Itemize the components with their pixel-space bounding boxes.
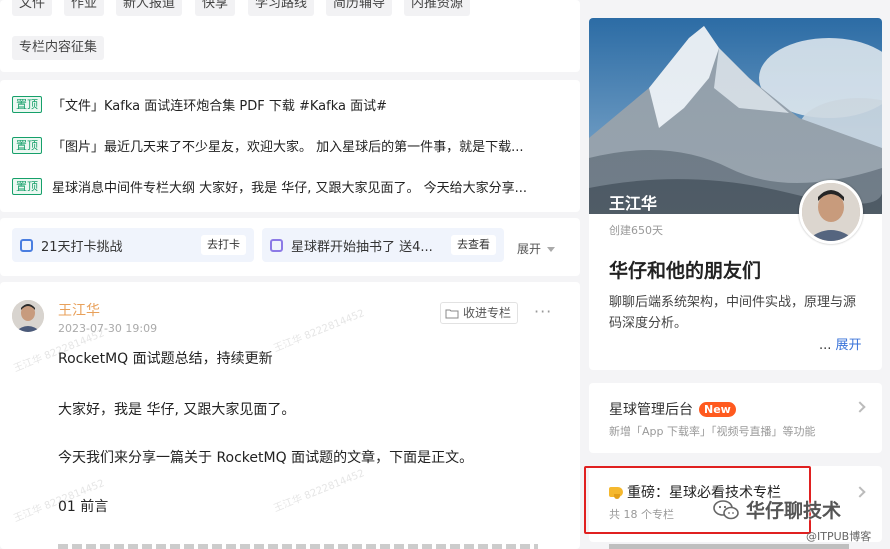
tag-column-call[interactable]: 专栏内容征集 — [12, 36, 105, 60]
star-description: 聊聊后端系统架构，中间件实战，原理与源码深度分析。 — [609, 295, 857, 331]
calendar-check-icon — [20, 238, 33, 252]
itpub-watermark: @ITPUB博客 — [806, 530, 872, 543]
expand-link-label[interactable]: 展开 — [836, 338, 862, 353]
avatar[interactable] — [12, 300, 44, 332]
post-date: 2023-07-30 19:09 — [58, 322, 158, 335]
ellipsis: ... — [819, 338, 832, 353]
new-badge: New — [699, 401, 736, 417]
admin-subtitle: 新增「App 下载率」「视频号直播」等功能 — [609, 425, 816, 438]
pinned-list: 置顶 「文件」Kafka 面试连环炮合集 PDF 下载 #Kafka 面试# 置… — [0, 80, 580, 212]
admin-backend-card[interactable]: 星球管理后台 New 新增「App 下载率」「视频号直播」等功能 — [589, 383, 882, 453]
collect-button[interactable]: 收进专栏 — [440, 302, 519, 324]
tag-homework[interactable]: 作业 — [64, 0, 105, 16]
bottom-scroll-bar — [609, 544, 849, 549]
owner-avatar[interactable] — [799, 180, 863, 244]
pinned-badge: 置顶 — [12, 177, 42, 195]
admin-title-label: 星球管理后台 — [609, 402, 693, 418]
admin-title: 星球管理后台 New — [609, 399, 736, 419]
pinned-item[interactable]: 置顶 「图片」最近几天来了不少星友，欢迎大家。 加入星球后的第一件事，就是下载.… — [12, 135, 524, 155]
pinned-item[interactable]: 置顶 星球消息中间件专栏大纲 大家好，我是 华仔, 又跟大家见面了。 今天给大家… — [12, 176, 527, 196]
checkin-label: 21天打卡挑战 — [41, 239, 123, 255]
post-heading: 01 前言 — [58, 499, 109, 515]
pinned-text: 「图片」最近几天来了不少星友，欢迎大家。 加入星球后的第一件事，就是下载... — [52, 139, 524, 155]
star-profile-card: 王江华 创建650天 华仔和他的朋友们 聊聊后端系统架构，中间件实战，原理与源码… — [589, 18, 882, 370]
watermark: 王江华 8222814452 — [272, 308, 367, 355]
book-lottery[interactable]: 星球群开始抽书了 送4... 去查看 — [262, 228, 504, 262]
post-paragraph: 今天我们来分享一篇关于 RocketMQ 面试题的文章，下面是正文。 — [58, 450, 474, 466]
post-card: 王江华 8222814452 王江华 8222814452 王江华 822281… — [0, 282, 580, 549]
checkin-challenge[interactable]: 21天打卡挑战 去打卡 — [12, 228, 254, 262]
pinned-badge: 置顶 — [12, 136, 42, 154]
tag-newcomer[interactable]: 新人报道 — [116, 0, 183, 16]
pinned-text: 星球消息中间件专栏大纲 大家好，我是 华仔, 又跟大家见面了。 今天给大家分享.… — [52, 180, 528, 196]
collect-label: 收进专栏 — [463, 306, 512, 320]
chevron-right-icon — [854, 486, 866, 498]
expand-description[interactable]: ... 展开 — [819, 334, 862, 353]
wechat-watermark: 华仔聊技术 — [712, 496, 841, 523]
expand-label: 展开 — [517, 242, 542, 256]
tag-roadmap[interactable]: 学习路线 — [248, 0, 315, 16]
wechat-icon — [713, 499, 739, 519]
checkin-button[interactable]: 去打卡 — [201, 235, 246, 255]
watermark: 王江华 8222814452 — [272, 468, 367, 515]
post-text-cutoff — [58, 544, 538, 549]
pinned-badge: 置顶 — [12, 95, 42, 113]
tag-file[interactable]: 文件 — [12, 0, 53, 16]
expand-toggle[interactable]: 展开 — [517, 240, 556, 257]
tag-share[interactable]: 快享 — [195, 0, 236, 16]
wechat-account-name: 华仔聊技术 — [746, 500, 842, 522]
pinned-text: 「文件」Kafka 面试连环炮合集 PDF 下载 #Kafka 面试# — [52, 98, 387, 114]
chevron-right-icon — [854, 401, 866, 413]
book-icon — [270, 238, 283, 252]
pointing-hand-icon — [609, 487, 623, 499]
quick-actions: 21天打卡挑战 去打卡 星球群开始抽书了 送4... 去查看 展开 — [0, 218, 580, 276]
lottery-label: 星球群开始抽书了 送4... — [291, 239, 433, 255]
folder-icon — [445, 309, 459, 319]
tag-referral[interactable]: 内推资源 — [404, 0, 471, 16]
category-tags: 文件 作业 新人报道 快享 学习路线 简历辅导 内推资源 专栏内容征集 — [0, 0, 580, 72]
caret-down-icon — [547, 247, 556, 252]
star-owner-name: 王江华 — [609, 194, 658, 213]
view-button[interactable]: 去查看 — [451, 235, 496, 255]
post-paragraph: 大家好，我是 华仔, 又跟大家见面了。 — [58, 402, 296, 418]
post-title: RocketMQ 面试题总结，持续更新 — [58, 351, 273, 367]
star-title: 华仔和他的朋友们 — [609, 260, 762, 282]
post-author[interactable]: 王江华 — [58, 300, 100, 320]
pinned-item[interactable]: 置顶 「文件」Kafka 面试连环炮合集 PDF 下载 #Kafka 面试# — [12, 94, 387, 114]
created-days: 创建650天 — [609, 224, 663, 237]
more-icon[interactable]: ··· — [534, 302, 552, 321]
columns-count: 共 18 个专栏 — [609, 508, 674, 521]
tag-resume[interactable]: 简历辅导 — [326, 0, 393, 16]
